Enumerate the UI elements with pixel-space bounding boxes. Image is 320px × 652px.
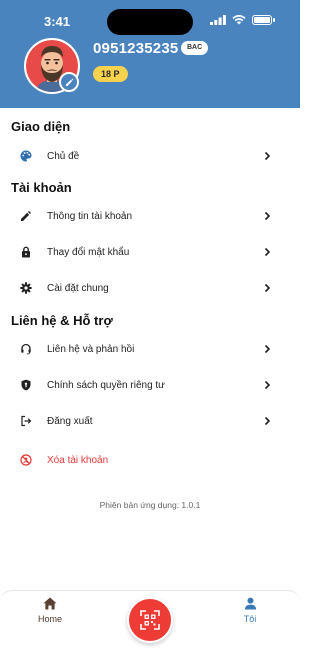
person-icon [244,597,256,610]
phone-number: 0951235235 [93,40,179,57]
battery-icon [252,15,275,25]
chevron-right-icon [264,211,271,221]
menu-item-label: Liên hệ và phản hồi [47,343,135,355]
tab-label: Tôi [243,614,257,624]
section-title-support: Liên hệ & Hỗ trợ [11,313,113,328]
chevron-right-icon [264,416,271,426]
app-version-text: Phiên bản ứng dụng: 1.0.1 [99,500,201,510]
menu-item-label: Cài đặt chung [47,282,109,294]
menu-item-general-settings[interactable]: Cài đặt chung [0,274,300,302]
status-time: 3:41 [44,14,71,29]
delete-account-icon [19,453,33,467]
profile-header: 3:41 0951235235 BAC 18 P [0,0,300,108]
chevron-right-icon [264,247,271,257]
points-badge: 18 P [93,66,128,82]
qr-code-icon [140,610,160,630]
menu-item-account-info[interactable]: Thông tin tài khoản [0,202,300,230]
chevron-right-icon [264,283,271,293]
chevron-right-icon [264,380,271,390]
menu-item-label: Đăng xuất [47,415,93,427]
qr-scan-button[interactable] [127,597,173,643]
wifi-icon [232,15,246,25]
pencil-icon [65,78,73,86]
menu-item-label: Xóa tài khoản [47,454,109,466]
menu-item-privacy-policy[interactable]: Chính sách quyền riêng tư [0,371,300,399]
menu-item-label: Chủ đề [47,150,80,162]
menu-item-contact-feedback[interactable]: Liên hệ và phản hồi [0,335,300,363]
menu-item-label: Thay đổi mật khẩu [47,246,130,258]
menu-item-change-password[interactable]: Thay đổi mật khẩu [0,238,300,266]
lock-icon [19,245,33,259]
home-icon [43,597,57,610]
menu-item-theme[interactable]: Chủ đề [0,142,300,170]
status-bar: 3:41 [0,0,300,40]
menu-item-label: Chính sách quyền riêng tư [47,379,165,391]
chevron-right-icon [264,151,271,161]
tab-me[interactable]: Tôi [220,597,280,624]
logout-icon [19,414,33,428]
headset-icon [19,342,33,356]
rank-badge: BAC [181,41,209,55]
menu-item-logout[interactable]: Đăng xuất [0,407,300,435]
gear-icon [19,281,33,295]
tab-label: Home [37,614,62,624]
edit-avatar-button[interactable] [59,72,79,92]
chevron-right-icon [264,344,271,354]
section-title-appearance: Giao diện [11,119,71,134]
pencil-icon [19,209,33,223]
menu-item-delete-account[interactable]: Xóa tài khoản [0,446,300,474]
system-icons [210,15,275,25]
menu-item-label: Thông tin tài khoản [47,210,133,222]
dynamic-island [107,9,193,35]
palette-icon [19,149,33,163]
section-title-account: Tài khoản [11,180,72,195]
shield-icon [19,378,33,392]
tab-home[interactable]: Home [20,597,80,624]
signal-icon [210,15,226,25]
